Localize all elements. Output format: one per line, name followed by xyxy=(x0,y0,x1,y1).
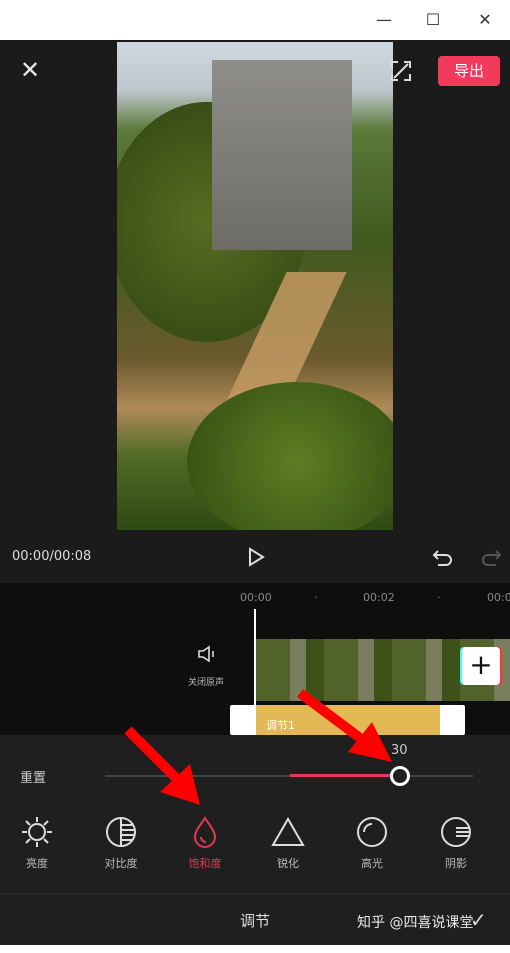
slider-track[interactable] xyxy=(105,775,473,777)
adjust-panel: 重置 30 亮度 对比度 饱和度 锐化 高光 阴影 xyxy=(0,735,510,893)
slider-value: 30 xyxy=(391,743,408,758)
playhead[interactable] xyxy=(254,609,256,735)
tool-brightness[interactable]: 亮度 xyxy=(2,815,72,871)
time-tick: 00:0 xyxy=(487,591,510,604)
tool-label: 高光 xyxy=(361,857,383,870)
time-readout: 00:00/00:08 xyxy=(12,549,92,564)
tool-contrast[interactable]: 对比度 xyxy=(86,815,156,871)
contrast-icon xyxy=(106,817,136,847)
export-button[interactable]: 导出 xyxy=(438,56,500,86)
undo-icon[interactable] xyxy=(432,547,454,571)
watermark: 知乎 @四喜说课堂 xyxy=(357,915,474,931)
sun-icon xyxy=(22,817,52,847)
shadow-icon xyxy=(441,817,471,847)
droplet-icon xyxy=(193,816,217,848)
bottom-bar: 调节 ✓ 知乎 @四喜说课堂 xyxy=(0,893,510,945)
reset-button[interactable]: 重置 xyxy=(20,767,46,786)
tool-label: 对比度 xyxy=(104,857,138,870)
fullscreen-icon[interactable] xyxy=(390,60,412,86)
tick-dot: · xyxy=(314,591,318,604)
mute-label[interactable]: 关闭原声 xyxy=(188,675,224,688)
tool-sharpen[interactable]: 锐化 xyxy=(253,815,323,871)
minimize-icon[interactable]: — xyxy=(372,8,396,32)
time-tick: 00:00 xyxy=(240,591,272,604)
photo-building xyxy=(212,60,352,250)
adjust-clip[interactable]: 调节1 xyxy=(230,705,465,735)
highlight-icon xyxy=(357,817,387,847)
tick-dot: · xyxy=(437,591,441,604)
adjust-clip-label: 调节1 xyxy=(256,705,440,735)
timeline[interactable]: 00:00 · 00:02 · 00:0 关闭原声 + 调节1 xyxy=(0,583,510,735)
redo-icon[interactable] xyxy=(480,547,502,571)
play-icon[interactable] xyxy=(246,547,266,571)
photo-tree xyxy=(187,382,393,530)
speaker-icon[interactable] xyxy=(197,645,217,667)
slider-fill xyxy=(290,774,400,777)
tool-label: 锐化 xyxy=(277,857,299,870)
tool-saturation[interactable]: 饱和度 xyxy=(170,815,240,871)
tool-shadow[interactable]: 阴影 xyxy=(421,815,491,871)
slider-handle[interactable] xyxy=(390,766,410,786)
close-editor-icon[interactable]: ✕ xyxy=(20,56,40,84)
tool-label: 亮度 xyxy=(26,857,48,870)
close-icon[interactable]: ✕ xyxy=(473,8,497,32)
video-preview xyxy=(117,42,393,530)
time-tick: 00:02 xyxy=(363,591,395,604)
tool-label: 阴影 xyxy=(445,857,467,870)
add-clip-button[interactable]: + xyxy=(462,647,500,685)
tool-highlight[interactable]: 高光 xyxy=(337,815,407,871)
maximize-icon[interactable]: ☐ xyxy=(421,8,445,32)
window-titlebar: — ☐ ✕ xyxy=(0,0,510,40)
tool-label: 饱和度 xyxy=(188,857,222,870)
triangle-icon xyxy=(271,816,305,846)
